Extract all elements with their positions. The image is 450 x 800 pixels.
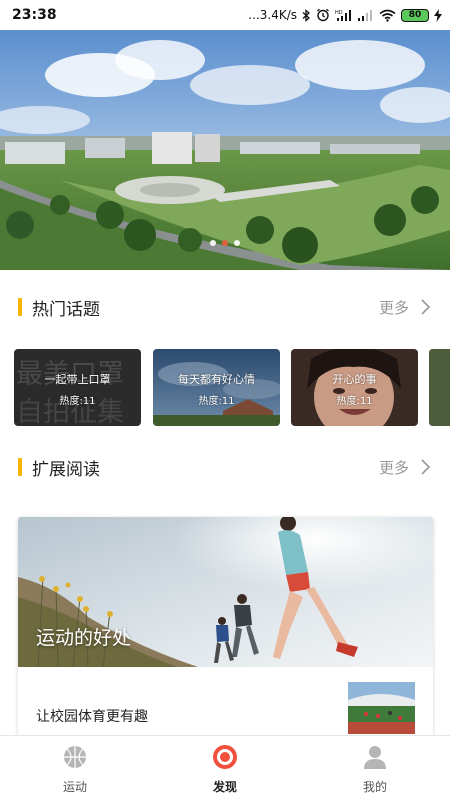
hot-topics-more-button[interactable]: 更多 — [379, 297, 430, 318]
topic-card[interactable]: 最美口罩 自拍征集 一起带上口罩 热度:11 — [14, 349, 141, 426]
carousel-indicator — [0, 240, 450, 246]
topic-heat: 热度:11 — [59, 396, 96, 407]
bottom-navigation: 运动 发现 我的 — [0, 735, 450, 800]
hot-topics-list: 最美口罩 自拍征集 一起带上口罩 热度:11 每天都有好心情 热度:11 开心的… — [0, 349, 450, 427]
banner-image — [0, 30, 450, 270]
status-icons: ...3.4K/s HD 80 — [248, 8, 442, 22]
wifi-icon — [379, 9, 396, 22]
target-icon — [212, 744, 238, 774]
hot-topics-header: 热门话题 更多 — [0, 292, 450, 322]
article-caption: 运动的好处 — [36, 627, 132, 649]
topic-card[interactable]: 每天都有好心情 热度:11 — [153, 349, 280, 426]
topic-image — [291, 349, 418, 426]
user-icon — [362, 744, 388, 774]
topic-image — [429, 349, 450, 426]
nav-item-profile[interactable]: 我的 — [300, 736, 450, 800]
carousel-dot[interactable] — [234, 240, 240, 246]
chevron-right-icon — [421, 459, 430, 475]
nav-label: 运动 — [62, 780, 87, 794]
hd-signal-icon: HD — [335, 9, 353, 22]
topic-heat: 热度:11 — [198, 396, 235, 407]
charging-icon — [434, 8, 442, 22]
extended-reading-header: 扩展阅读 更多 — [0, 452, 450, 482]
section-accent-bar — [18, 298, 22, 316]
extended-reading-more-button[interactable]: 更多 — [379, 457, 430, 478]
topic-title: 开心的事 — [332, 373, 377, 386]
status-time: 23:38 — [12, 7, 57, 23]
signal-icon — [358, 9, 374, 22]
nav-item-sports[interactable]: 运动 — [0, 736, 150, 800]
topic-image — [153, 349, 280, 426]
carousel-dot[interactable] — [210, 240, 216, 246]
hot-topics-title: 热门话题 — [32, 299, 100, 320]
topic-card-partial[interactable] — [429, 349, 450, 426]
section-accent-bar — [18, 458, 22, 476]
carousel-dot-active[interactable] — [222, 240, 228, 246]
more-label: 更多 — [378, 298, 409, 317]
article-item-title[interactable]: 让校园体育更有趣 — [36, 706, 148, 726]
basketball-icon — [62, 744, 88, 774]
svg-text:HD: HD — [335, 10, 343, 16]
topic-title: 一起带上口罩 — [44, 373, 111, 386]
thumbnail-image — [348, 682, 415, 734]
article-card[interactable]: 运动的好处 让校园体育更有趣 — [18, 517, 433, 742]
banner-carousel[interactable] — [0, 30, 450, 270]
topic-title: 每天都有好心情 — [178, 373, 255, 386]
bluetooth-icon — [302, 8, 311, 22]
article-feature-image[interactable]: 运动的好处 — [18, 517, 433, 667]
nav-label: 我的 — [362, 780, 387, 794]
article-thumbnail[interactable] — [348, 682, 415, 734]
topic-card[interactable]: 开心的事 热度:11 — [291, 349, 418, 426]
status-bar: 23:38 ...3.4K/s HD 80 — [0, 0, 450, 30]
chevron-right-icon — [421, 299, 430, 315]
alarm-icon — [316, 8, 330, 22]
network-speed: ...3.4K/s — [248, 8, 297, 22]
topic-heat: 热度:11 — [336, 396, 373, 407]
nav-item-discover[interactable]: 发现 — [150, 736, 300, 800]
more-label: 更多 — [378, 458, 409, 477]
battery-icon: 80 — [401, 8, 429, 22]
nav-label: 发现 — [212, 780, 237, 794]
extended-reading-title: 扩展阅读 — [32, 459, 100, 480]
topic-image: 最美口罩 自拍征集 — [14, 349, 141, 426]
